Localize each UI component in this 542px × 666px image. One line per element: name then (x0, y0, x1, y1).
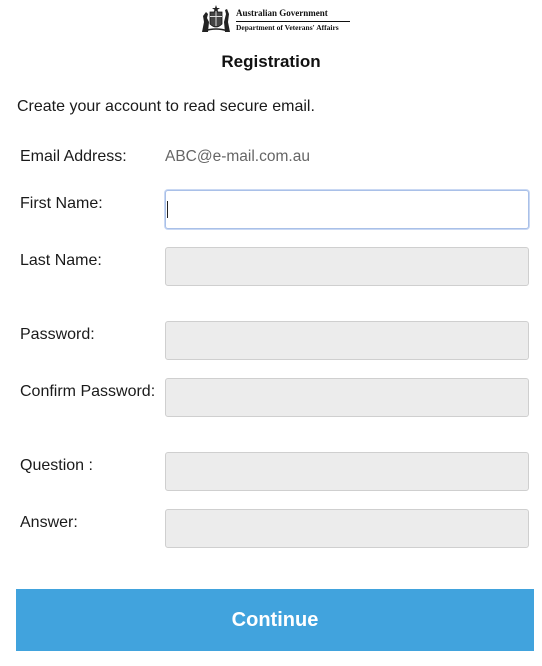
first-name-label: First Name: (20, 195, 103, 212)
coat-of-arms-icon (202, 5, 230, 32)
confirm-password-label: Confirm Password: (20, 383, 156, 400)
password-input[interactable] (165, 321, 529, 360)
question-label: Question : (20, 457, 93, 474)
intro-text: Create your account to read secure email… (17, 98, 315, 115)
password-label: Password: (20, 326, 95, 343)
confirm-password-input[interactable] (165, 378, 529, 417)
email-label: Email Address: (20, 148, 127, 165)
logo-government-text: Australian Government (236, 8, 328, 18)
logo-divider (236, 21, 350, 22)
answer-label: Answer: (20, 514, 78, 531)
last-name-input[interactable] (165, 247, 529, 286)
text-cursor (167, 201, 168, 218)
continue-button[interactable]: Continue (16, 589, 534, 651)
first-name-input[interactable] (165, 190, 529, 229)
page-title: Registration (221, 52, 321, 71)
question-input[interactable] (165, 452, 529, 491)
last-name-label: Last Name: (20, 252, 102, 269)
logo-department-text: Department of Veterans' Affairs (236, 23, 339, 32)
answer-input[interactable] (165, 509, 529, 548)
email-value: ABC@e-mail.com.au (165, 148, 310, 165)
government-logo: Australian Government Department of Vete… (0, 2, 542, 38)
